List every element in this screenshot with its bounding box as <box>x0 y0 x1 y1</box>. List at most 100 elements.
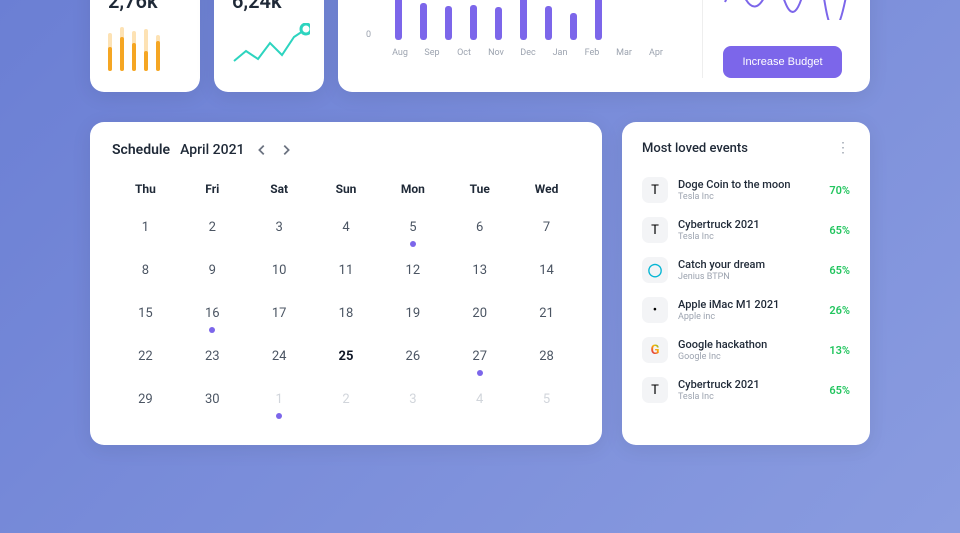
x-label: Feb <box>582 48 602 58</box>
event-dot-icon <box>276 413 282 419</box>
calendar-day[interactable]: 18 <box>313 296 380 339</box>
calendar-day[interactable]: 2 <box>179 210 246 253</box>
tesla-icon: T <box>642 217 668 243</box>
calendar-day[interactable]: 28 <box>513 339 580 382</box>
event-title: Doge Coin to the moon <box>678 178 819 191</box>
calendar-day[interactable]: 1 <box>112 210 179 253</box>
event-item[interactable]: TCybertruck 2021Tesla Inc65% <box>642 370 850 410</box>
calendar-day[interactable]: 20 <box>446 296 513 339</box>
event-title: Apple iMac M1 2021 <box>678 298 819 311</box>
events-title: Most loved events <box>642 141 748 156</box>
event-item[interactable]: G Google hackathonGoogle Inc 13% <box>642 330 850 370</box>
stat-value: 2,76k <box>108 0 182 13</box>
jenius-icon: ◯ <box>642 257 668 283</box>
x-label: Apr <box>646 48 666 58</box>
bar <box>470 5 477 40</box>
event-item[interactable]: T Cybertruck 2021Tesla Inc 65% <box>642 210 850 250</box>
calendar-day[interactable]: 16 <box>179 296 246 339</box>
calendar-day[interactable]: 3 <box>246 210 313 253</box>
loved-events-card: Most loved events ⋮ T Doge Coin to the mo… <box>622 122 870 445</box>
event-percent: 65% <box>829 224 850 237</box>
day-header: Tue <box>446 176 513 210</box>
calendar-day[interactable]: 15 <box>112 296 179 339</box>
tesla-icon: T <box>642 377 668 403</box>
schedule-month: April 2021 <box>180 142 244 158</box>
event-title: Google hackathon <box>678 338 819 351</box>
x-label: Dec <box>518 48 538 58</box>
event-item[interactable]: •Apple iMac M1 2021Apple inc26% <box>642 290 850 330</box>
calendar-day[interactable]: 25 <box>313 339 380 382</box>
event-dot-icon <box>209 327 215 333</box>
calendar-day[interactable]: 17 <box>246 296 313 339</box>
calendar-day[interactable]: 22 <box>112 339 179 382</box>
event-percent: 65% <box>829 384 850 397</box>
chevron-left-icon[interactable] <box>255 143 269 157</box>
x-label: Mar <box>614 48 634 58</box>
bar <box>395 0 402 40</box>
calendar-day[interactable]: 5 <box>513 382 580 425</box>
increase-budget-button[interactable]: Increase Budget <box>723 46 842 78</box>
trend-line-icon <box>232 23 310 71</box>
calendar-day[interactable]: 26 <box>379 339 446 382</box>
calendar-day[interactable]: 5 <box>379 210 446 253</box>
event-percent: 65% <box>829 264 850 277</box>
attendance-card: Attendance 6,24k <box>214 0 324 92</box>
calendar-day[interactable]: 19 <box>379 296 446 339</box>
calendar-day[interactable]: 6 <box>446 210 513 253</box>
event-company: Jenius BTPN <box>678 272 819 282</box>
event-percent: 70% <box>829 184 850 197</box>
day-header: Mon <box>379 176 446 210</box>
calendar-day[interactable]: 27 <box>446 339 513 382</box>
mini-bar-chart: .bt:nth-child(1)::after{height:24px} .bt… <box>108 27 182 71</box>
calendar-day[interactable]: 14 <box>513 253 580 296</box>
event-dot-icon <box>410 241 416 247</box>
calendar-day[interactable]: 4 <box>446 382 513 425</box>
x-label: Aug <box>390 48 410 58</box>
stat-value: 6,24k <box>232 0 306 13</box>
calendar-day[interactable]: 23 <box>179 339 246 382</box>
chevron-right-icon[interactable] <box>279 143 293 157</box>
calendar-day[interactable]: 7 <box>513 210 580 253</box>
day-header: Sat <box>246 176 313 210</box>
calendar-day[interactable]: 1 <box>246 382 313 425</box>
more-icon[interactable]: ⋮ <box>836 140 850 156</box>
calendar-day[interactable]: 10 <box>246 253 313 296</box>
event-item[interactable]: T Doge Coin to the moonTesla Inc 70% <box>642 170 850 210</box>
event-percent: 13% <box>829 344 850 357</box>
bar-chart <box>395 0 602 40</box>
day-header: Fri <box>179 176 246 210</box>
calendar-day[interactable]: 8 <box>112 253 179 296</box>
x-label: Oct <box>454 48 474 58</box>
calendar-day[interactable]: 9 <box>179 253 246 296</box>
calendar-day[interactable]: 11 <box>313 253 380 296</box>
schedule-title: Schedule <box>112 142 170 158</box>
apple-icon: • <box>642 297 668 323</box>
bar <box>570 13 577 40</box>
day-header: Sun <box>313 176 380 210</box>
day-header: Wed <box>513 176 580 210</box>
calendar-day[interactable]: 30 <box>179 382 246 425</box>
calendar-day[interactable]: 29 <box>112 382 179 425</box>
bar <box>445 6 452 40</box>
schedule-card: Schedule April 2021 ThuFriSatSunMonTueWe… <box>90 122 602 445</box>
calendar-day[interactable]: 12 <box>379 253 446 296</box>
monthly-chart-card: 100 0 AugSepOctNovDecJanFebMarApr Increa… <box>338 0 870 92</box>
bar <box>545 6 552 40</box>
calendar-day[interactable]: 24 <box>246 339 313 382</box>
event-title: Catch your dream <box>678 258 819 271</box>
event-item[interactable]: ◯ Catch your dreamJenius BTPN 65% <box>642 250 850 290</box>
event-company: Tesla Inc <box>678 232 819 242</box>
day-header: Thu <box>112 176 179 210</box>
calendar-day[interactable]: 13 <box>446 253 513 296</box>
event-title: Cybertruck 2021 <box>678 218 819 231</box>
calendar-day[interactable]: 21 <box>513 296 580 339</box>
tesla-icon: T <box>642 177 668 203</box>
event-company: Tesla Inc <box>678 192 819 202</box>
event-company: Google Inc <box>678 352 819 362</box>
calendar-day[interactable]: 2 <box>313 382 380 425</box>
calendar-day[interactable]: 3 <box>379 382 446 425</box>
calendar-day[interactable]: 4 <box>313 210 380 253</box>
ticket-sales-card: Ticket Sales 2,76k .bt:nth-child(1)::aft… <box>90 0 200 92</box>
bar <box>595 0 602 40</box>
google-icon: G <box>642 337 668 363</box>
